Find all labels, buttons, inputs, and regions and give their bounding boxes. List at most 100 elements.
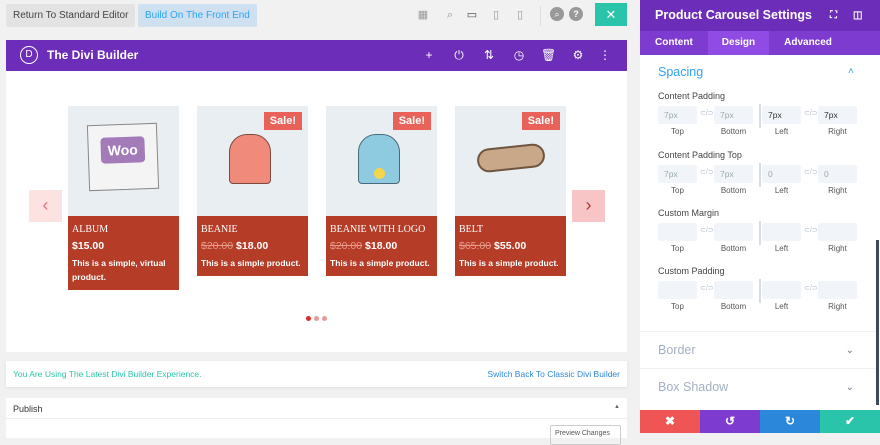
input-sublabel: Top: [671, 127, 684, 136]
link-icon[interactable]: ⊂/⊃: [700, 284, 714, 292]
product-description: This is a simple, virtual product.: [72, 258, 166, 282]
group-label: Custom Margin: [658, 208, 720, 218]
carousel-dot[interactable]: [314, 316, 319, 321]
section-spacing-title[interactable]: Spacing: [658, 65, 703, 79]
input-sublabel: Top: [671, 186, 684, 195]
spacing-input-left[interactable]: [762, 223, 801, 241]
fullscreen-icon[interactable]: ⛶: [830, 0, 837, 31]
spacing-input-right[interactable]: [818, 223, 857, 241]
notice-text: You Are Using The Latest Divi Builder Ex…: [13, 369, 202, 379]
product-name[interactable]: BEANIE: [201, 224, 304, 235]
spacing-input-right[interactable]: 0: [818, 165, 857, 183]
product-card[interactable]: Woo ALBUM $15.00 This is a simple, virtual…: [68, 106, 179, 290]
trash-icon[interactable]: 🗑: [541, 48, 556, 62]
spacing-input-bottom[interactable]: 7px: [714, 106, 753, 124]
product-name[interactable]: BEANIE WITH LOGO: [330, 224, 433, 235]
spacing-input-top[interactable]: [658, 281, 697, 299]
product-card[interactable]: Sale! BEANIE $20.00 $18.00 This is a simpl…: [197, 106, 308, 276]
builder-title: The Divi Builder: [47, 48, 139, 62]
desktop-icon[interactable]: ▭: [465, 8, 479, 22]
carousel-dot[interactable]: [322, 316, 327, 321]
phone-icon[interactable]: ▯: [513, 8, 527, 22]
section-box-shadow[interactable]: Box Shadow ⌄: [640, 368, 876, 405]
tab-content[interactable]: Content: [640, 31, 708, 55]
section-border-title: Border: [658, 343, 696, 357]
wireframe-icon[interactable]: ▦: [416, 8, 430, 22]
tab-design[interactable]: Design: [707, 31, 770, 55]
return-to-standard-editor-button[interactable]: Return To Standard Editor: [6, 4, 136, 27]
link-icon[interactable]: ⊂/⊃: [700, 226, 714, 234]
product-image[interactable]: Woo: [68, 106, 179, 216]
tablet-icon[interactable]: ▯: [489, 8, 503, 22]
product-image[interactable]: Sale!: [326, 106, 437, 216]
spacing-input-left[interactable]: [762, 281, 801, 299]
dock-icon[interactable]: ◫: [853, 0, 862, 31]
spacing-input-top[interactable]: 7px: [658, 106, 697, 124]
spacing-group: Custom Padding ⊂/⊃ ⊂/⊃ Top Bottom Left Right: [658, 266, 858, 313]
scrollbar[interactable]: [876, 240, 879, 405]
tab-advanced[interactable]: Advanced: [769, 31, 847, 55]
link-icon[interactable]: ⊂/⊃: [804, 168, 818, 176]
section-border[interactable]: Border ⌄: [640, 331, 876, 368]
product-description: This is a simple product.: [459, 258, 559, 268]
redo-button[interactable]: ↻: [760, 410, 820, 433]
switch-classic-link[interactable]: Switch Back To Classic Divi Builder: [487, 369, 620, 379]
power-icon[interactable]: ⏻: [452, 48, 466, 63]
sort-icon[interactable]: ⇅: [482, 48, 496, 62]
input-sublabel: Right: [828, 302, 847, 311]
link-icon[interactable]: ⊂/⊃: [700, 168, 714, 176]
build-on-front-end-button[interactable]: Build On The Front End: [138, 4, 257, 27]
zoom-icon[interactable]: ⌕: [443, 8, 457, 22]
spacing-input-top[interactable]: [658, 223, 697, 241]
product-price: $55.00: [494, 240, 527, 252]
spacing-input-top[interactable]: 7px: [658, 165, 697, 183]
input-sublabel: Bottom: [720, 186, 747, 195]
link-icon[interactable]: ⊂/⊃: [700, 109, 714, 117]
carousel-dot-active[interactable]: [306, 316, 311, 321]
product-image[interactable]: Sale!: [197, 106, 308, 216]
input-sublabel: Top: [671, 244, 684, 253]
link-icon[interactable]: ⊂/⊃: [804, 284, 818, 292]
link-icon[interactable]: ⊂/⊃: [804, 226, 818, 234]
discard-button[interactable]: ✖: [640, 410, 700, 433]
carousel-next-button[interactable]: ›: [572, 190, 605, 222]
chevron-up-icon[interactable]: ˄: [848, 66, 854, 77]
collapse-toggle-icon[interactable]: ▲: [614, 404, 620, 410]
spacing-input-bottom[interactable]: [714, 223, 753, 241]
add-icon[interactable]: +: [422, 48, 436, 62]
close-button[interactable]: ✕: [595, 3, 627, 26]
history-icon[interactable]: ◷: [512, 48, 526, 62]
chevron-down-icon: ⌄: [845, 382, 854, 393]
search-icon[interactable]: ⌕: [550, 7, 564, 21]
input-sublabel: Bottom: [720, 302, 747, 311]
spacing-input-bottom[interactable]: 7px: [714, 165, 753, 183]
more-icon[interactable]: ⋮: [598, 48, 612, 62]
spacing-input-right[interactable]: 7px: [818, 106, 857, 124]
product-name[interactable]: ALBUM: [72, 224, 175, 235]
product-description: This is a simple product.: [330, 258, 430, 268]
chevron-down-icon: ⌄: [845, 345, 854, 356]
gear-icon[interactable]: ⚙: [571, 48, 585, 62]
undo-button[interactable]: ↺: [700, 410, 760, 433]
product-name[interactable]: BELT: [459, 224, 562, 235]
old-price: $20.00: [330, 240, 363, 252]
woo-logo: Woo: [100, 136, 146, 164]
spacing-group: Content Padding 7px 7px 7px 7px ⊂/⊃ ⊂/⊃ Top Bott…: [658, 91, 858, 138]
spacing-input-right[interactable]: [818, 281, 857, 299]
preview-changes-button[interactable]: Preview Changes: [550, 425, 621, 445]
sale-badge: Sale!: [263, 112, 302, 130]
spacing-input-left[interactable]: 7px: [762, 106, 801, 124]
spacing-input-bottom[interactable]: [714, 281, 753, 299]
spacing-input-left[interactable]: 0: [762, 165, 801, 183]
input-sublabel: Bottom: [720, 127, 747, 136]
carousel-prev-button[interactable]: ‹: [29, 190, 62, 222]
product-card[interactable]: Sale! BELT $65.00 $55.00 This is a simple …: [455, 106, 566, 276]
help-icon[interactable]: ?: [569, 7, 583, 21]
link-icon[interactable]: ⊂/⊃: [804, 109, 818, 117]
input-sublabel: Bottom: [720, 244, 747, 253]
spacing-group: Custom Margin ⊂/⊃ ⊂/⊃ Top Bottom Left Right: [658, 208, 858, 255]
product-image[interactable]: Sale!: [455, 106, 566, 216]
product-description: This is a simple product.: [201, 258, 301, 268]
product-card[interactable]: Sale! BEANIE WITH LOGO $20.00 $18.00 This …: [326, 106, 437, 276]
save-button[interactable]: ✔: [820, 410, 880, 433]
